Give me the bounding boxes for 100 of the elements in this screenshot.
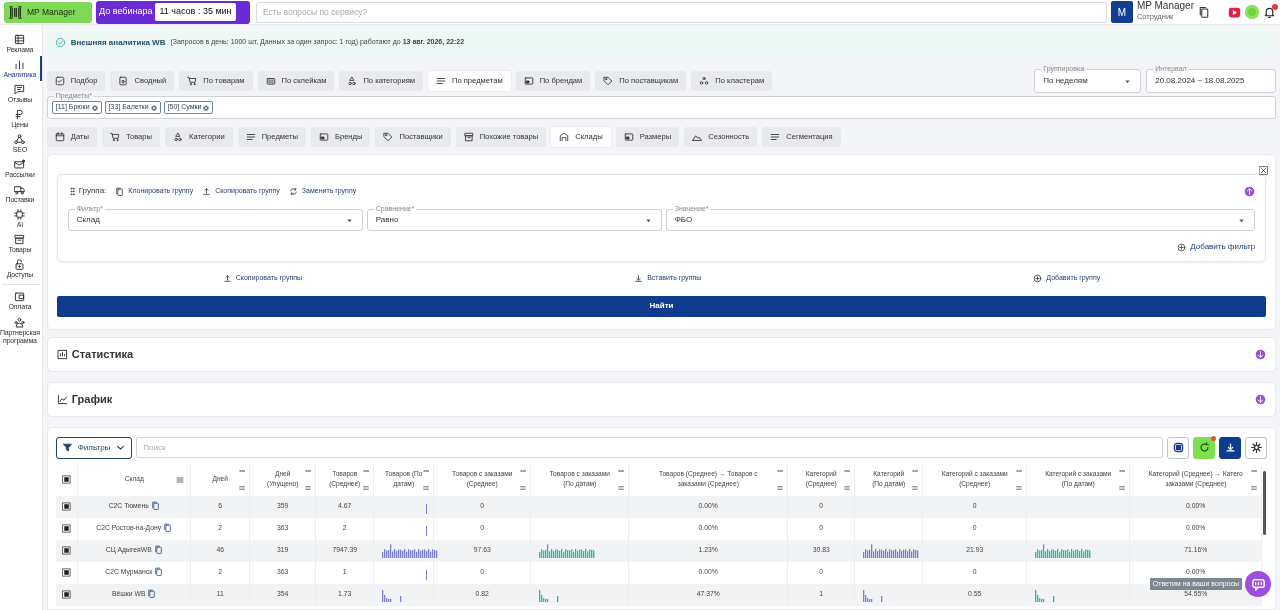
mail-icon — [14, 159, 26, 171]
chat-icon — [1250, 576, 1266, 592]
plus-icon — [1033, 273, 1043, 283]
sparkline — [1035, 587, 1055, 602]
dots-icon — [699, 76, 710, 86]
more-icon — [239, 467, 246, 474]
wallet-icon — [14, 291, 26, 303]
copy-icon[interactable] — [147, 589, 157, 599]
warehouse-icon — [559, 132, 570, 142]
notification-dot — [1272, 3, 1278, 10]
archive-icon — [14, 234, 26, 246]
field-value: 20.08.2024 ~ 18.08.2025 — [1155, 75, 1246, 87]
bar-chart-icon — [14, 59, 26, 71]
upload-icon — [222, 273, 232, 283]
chevron-down-icon — [116, 443, 126, 452]
find-button[interactable]: Найти — [56, 295, 1267, 317]
field-value: Склад — [76, 214, 101, 226]
menu-icon — [239, 484, 246, 491]
shapes-icon — [173, 132, 183, 142]
sparkline — [539, 587, 559, 602]
menu-icon — [777, 484, 784, 491]
copy-icon[interactable] — [153, 545, 163, 555]
menu-icon — [520, 484, 527, 491]
swap-icon — [288, 186, 298, 196]
list-icon — [435, 76, 446, 86]
banner-title: Внешняя аналитика WB — [70, 36, 166, 49]
mountain-icon — [692, 132, 703, 142]
expand-icon[interactable] — [1255, 348, 1267, 360]
copy-icon[interactable] — [150, 501, 160, 511]
menu-icon — [912, 484, 919, 491]
checkbox-icon — [62, 590, 71, 600]
checkbox-icon — [62, 502, 71, 512]
remove-icon — [150, 104, 157, 111]
more-icon — [520, 467, 527, 474]
more-icon — [1119, 467, 1126, 474]
remove-icon — [203, 104, 210, 111]
expand-icon[interactable] — [1255, 393, 1267, 405]
sparkline — [1035, 543, 1091, 558]
notification-dot — [1211, 435, 1217, 441]
lock-icon — [14, 259, 26, 271]
video-icon — [1228, 5, 1241, 19]
menu-icon — [618, 484, 625, 491]
chip-icon — [14, 209, 26, 221]
copy-icon — [1198, 6, 1210, 18]
toolbar-button[interactable] — [1219, 436, 1242, 459]
download-icon — [1224, 442, 1236, 453]
add-filter-link[interactable]: Добавить фильтр — [1177, 241, 1256, 253]
search-field[interactable]: Есть вопросы по сервису? — [256, 1, 1107, 23]
scrollbar[interactable] — [1263, 470, 1267, 535]
sparkline — [539, 543, 595, 558]
tag-icon — [603, 76, 614, 86]
group-label: Группа: — [78, 185, 107, 197]
search-field[interactable]: Поиск — [136, 437, 1164, 458]
menu-icon — [844, 484, 851, 491]
user-avatar: M — [1110, 1, 1133, 23]
sparkline — [863, 543, 919, 558]
more-icon — [305, 467, 312, 474]
upload-icon — [202, 186, 212, 196]
field-value: ФБО — [674, 214, 694, 226]
barcode-icon — [265, 76, 276, 86]
clipboard-icon — [118, 76, 129, 86]
more-icon — [777, 467, 784, 474]
more-icon — [618, 467, 625, 474]
menu-icon — [423, 484, 430, 491]
countdown-timer: 11 часов : 35 мин — [155, 3, 236, 21]
download-icon — [634, 273, 644, 283]
more-icon — [363, 467, 370, 474]
webinar-label: До вебинара — [99, 5, 153, 19]
field-value: Равно — [375, 214, 400, 226]
checkbox-icon — [62, 568, 71, 578]
image-icon — [523, 76, 534, 86]
copy-icon[interactable] — [154, 567, 164, 577]
sparkline — [863, 587, 883, 602]
menu-icon — [305, 484, 312, 491]
checkbox-icon — [62, 524, 71, 534]
image-icon — [318, 132, 329, 142]
more-icon — [844, 467, 851, 474]
list-icon — [245, 132, 256, 142]
cart-icon — [187, 76, 198, 86]
people-icon — [14, 316, 26, 328]
filters-button[interactable]: Фильтры — [55, 436, 133, 459]
logo-button[interactable]: MP Manager — [4, 1, 92, 23]
more-icon — [423, 467, 430, 474]
remove-icon — [91, 104, 98, 111]
menu-icon — [1119, 484, 1126, 491]
shapes-icon — [347, 76, 358, 86]
columns-icon — [1172, 442, 1184, 453]
table-chart-icon — [56, 348, 68, 360]
truck-icon — [14, 184, 26, 196]
plus-icon — [1177, 242, 1187, 252]
checkbox-icon — [62, 474, 71, 484]
copy-icon[interactable] — [163, 523, 173, 533]
chat-icon — [14, 84, 26, 96]
cart-icon — [109, 132, 120, 142]
list-icon — [770, 132, 781, 142]
ruble-icon — [14, 109, 26, 121]
menu-icon — [176, 475, 185, 484]
more-icon — [912, 467, 919, 474]
settings-icon — [1250, 442, 1262, 453]
menu-icon — [1251, 484, 1258, 491]
